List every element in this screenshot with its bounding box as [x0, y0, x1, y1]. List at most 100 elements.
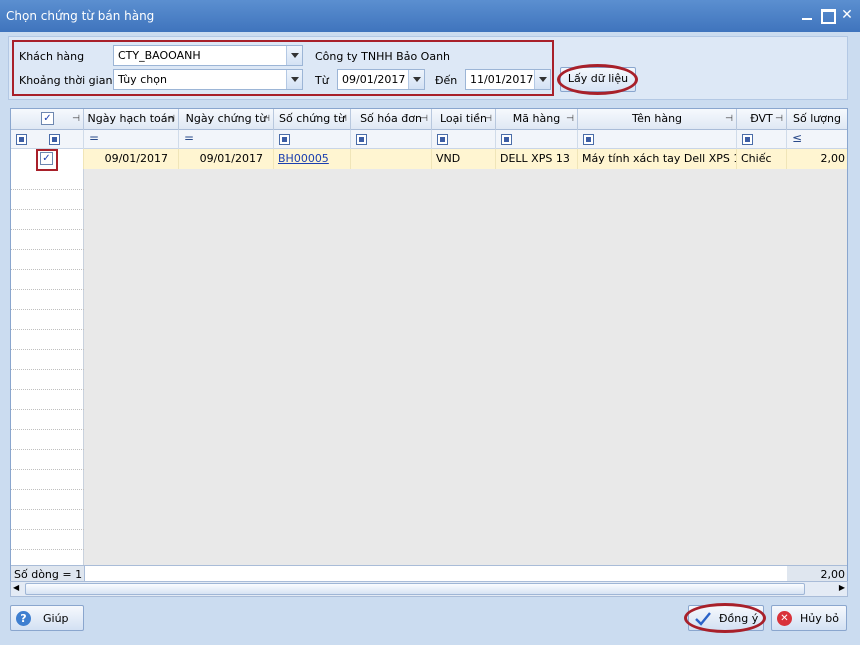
customer-combo[interactable]: CTY_BAOOANH: [113, 45, 303, 66]
scroll-right-icon[interactable]: ▶: [839, 583, 845, 592]
pin-icon[interactable]: ⊣: [262, 109, 270, 129]
empty-row-line: [11, 309, 84, 310]
col-header-loai-tien[interactable]: Loại tiền ⊣: [432, 109, 496, 130]
close-icon[interactable]: ✕: [840, 8, 854, 22]
get-data-highlight-ring: [557, 64, 638, 95]
empty-row-line: [11, 429, 84, 430]
maximize-icon[interactable]: [820, 8, 836, 24]
period-label: Khoảng thời gian: [19, 74, 113, 87]
col-header-so-hoa-don[interactable]: Số hóa đơn ⊣: [351, 109, 432, 130]
pin-icon[interactable]: ⊣: [339, 109, 347, 129]
quantity-sum: 2,00: [820, 568, 846, 581]
help-button-label: Giúp: [43, 612, 69, 625]
cell-ma-hang[interactable]: DELL XPS 13: [496, 149, 578, 169]
cell-dvt[interactable]: Chiếc: [737, 149, 787, 169]
pin-icon[interactable]: ⊣: [420, 109, 428, 129]
filter-cell-so-luong[interactable]: ≤: [787, 130, 847, 149]
col-label: Số lượng: [793, 112, 841, 125]
empty-row-line: [11, 189, 84, 190]
col-header-so-luong[interactable]: Số lượng: [787, 109, 847, 130]
filter-icon[interactable]: [742, 134, 753, 145]
filter-op-eq[interactable]: =: [89, 131, 99, 145]
filter-op-eq[interactable]: =: [184, 131, 194, 145]
cancel-button[interactable]: ✕ Hủy bỏ: [771, 605, 847, 631]
scroll-thumb[interactable]: [25, 583, 805, 595]
pin-icon[interactable]: ⊣: [484, 109, 492, 129]
empty-row-line: [11, 509, 84, 510]
help-button[interactable]: ? Giúp: [10, 605, 84, 631]
select-all-checkbox[interactable]: ✓: [41, 112, 54, 125]
footer-spacer: [84, 566, 787, 581]
col-header-ngay-hach-toan[interactable]: Ngày hạch toán ⊣: [84, 109, 179, 130]
empty-row-line: [11, 369, 84, 370]
scroll-left-icon[interactable]: ◀: [13, 583, 19, 592]
col-label: Loại tiền: [439, 112, 488, 125]
col-header-ngay-chung-tu[interactable]: Ngày chứng từ ⊣: [179, 109, 274, 130]
pin-icon[interactable]: ⊣: [566, 109, 574, 129]
header-select-all[interactable]: ✓ ⊣: [11, 109, 84, 130]
document-grid: ✓ ⊣ Ngày hạch toán ⊣ Ngày chứng từ ⊣ Số ch…: [10, 108, 848, 582]
filter-cell-ngay-hach-toan[interactable]: =: [84, 130, 179, 149]
cell-ngay-chung-tu[interactable]: 09/01/2017: [179, 149, 274, 169]
dropdown-arrow-icon[interactable]: [286, 70, 302, 89]
filter-cell-so-chung-tu[interactable]: [274, 130, 351, 149]
document-link[interactable]: BH00005: [278, 152, 329, 165]
cell-so-chung-tu[interactable]: BH00005: [274, 149, 351, 169]
grid-header: ✓ ⊣ Ngày hạch toán ⊣ Ngày chứng từ ⊣ Số ch…: [11, 109, 847, 130]
customer-name: Công ty TNHH Bảo Oanh: [315, 50, 451, 63]
minimize-icon[interactable]: [800, 8, 814, 22]
grid-footer: Số dòng = 1 2,00: [11, 565, 847, 581]
cell-loai-tien[interactable]: VND: [432, 149, 496, 169]
filter-icon[interactable]: [583, 134, 594, 145]
cell-ngay-hach-toan[interactable]: 09/01/2017: [84, 149, 179, 169]
period-combo[interactable]: Tùy chọn: [113, 69, 303, 90]
col-header-dvt[interactable]: ĐVT ⊣: [737, 109, 787, 130]
pin-icon[interactable]: ⊣: [775, 109, 783, 129]
filter-cell-dvt[interactable]: [737, 130, 787, 149]
dropdown-arrow-icon[interactable]: [534, 70, 550, 89]
cancel-button-label: Hủy bỏ: [800, 612, 839, 625]
empty-row-line: [11, 329, 84, 330]
filter-cell-ten-hang[interactable]: [578, 130, 737, 149]
col-header-so-chung-tu[interactable]: Số chứng từ ⊣: [274, 109, 351, 130]
dialog-window: Chọn chứng từ bán hàng ✕ Khách hàng CTY_…: [0, 0, 860, 645]
cell-so-hoa-don[interactable]: [351, 149, 432, 169]
col-header-ma-hang[interactable]: Mã hàng ⊣: [496, 109, 578, 130]
empty-row-line: [11, 389, 84, 390]
to-date-field[interactable]: 11/01/2017: [465, 69, 551, 90]
from-label: Từ: [315, 74, 329, 87]
filter-cell-loai-tien[interactable]: [432, 130, 496, 149]
filter-cell-ngay-chung-tu[interactable]: =: [179, 130, 274, 149]
col-label: ĐVT: [750, 112, 773, 125]
filter-icon[interactable]: [437, 134, 448, 145]
to-label: Đến: [435, 74, 458, 87]
table-row[interactable]: ✓ 09/01/2017 09/01/2017 BH00005 VND DELL…: [11, 149, 847, 169]
filter-op-le[interactable]: ≤: [792, 131, 802, 145]
cell-so-luong[interactable]: 2,00: [787, 149, 847, 169]
dropdown-arrow-icon[interactable]: [408, 70, 424, 89]
cell-ten-hang[interactable]: Máy tính xách tay Dell XPS 13: [578, 149, 737, 169]
period-value: Tùy chọn: [118, 73, 167, 86]
filter-icon[interactable]: [16, 134, 27, 145]
dropdown-arrow-icon[interactable]: [286, 46, 302, 65]
filter-cell-ma-hang[interactable]: [496, 130, 578, 149]
empty-row-line: [11, 289, 84, 290]
cancel-icon: ✕: [777, 611, 792, 626]
empty-row-line: [11, 229, 84, 230]
col-label: Số chứng từ: [279, 112, 345, 125]
pin-icon[interactable]: ⊣: [72, 109, 80, 129]
filter-cell-so-hoa-don[interactable]: [351, 130, 432, 149]
row-count: Số dòng = 1: [14, 568, 83, 581]
pin-icon[interactable]: ⊣: [725, 109, 733, 129]
filter-icon[interactable]: [356, 134, 367, 145]
horizontal-scrollbar[interactable]: ◀ ▶: [10, 581, 848, 597]
filter-icon[interactable]: [49, 134, 60, 145]
pin-icon[interactable]: ⊣: [167, 109, 175, 129]
from-date-field[interactable]: 09/01/2017: [337, 69, 425, 90]
filter-icon[interactable]: [279, 134, 290, 145]
empty-row-line: [11, 469, 84, 470]
filter-icon[interactable]: [501, 134, 512, 145]
empty-row-line: [11, 409, 84, 410]
filter-cell-select[interactable]: [11, 130, 84, 149]
col-header-ten-hang[interactable]: Tên hàng ⊣: [578, 109, 737, 130]
